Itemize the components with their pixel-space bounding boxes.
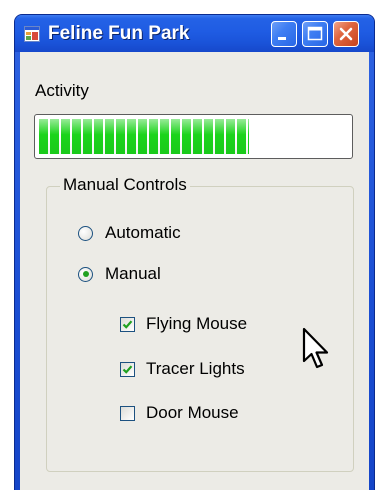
tracer-lights-label: Tracer Lights <box>146 359 245 378</box>
door-mouse-checkbox[interactable]: Door Mouse <box>120 403 239 423</box>
checkbox-icon[interactable] <box>120 361 135 377</box>
maximize-icon <box>307 26 323 41</box>
maximize-button[interactable] <box>302 21 328 47</box>
check-mark-icon <box>122 319 133 329</box>
check-mark-icon <box>122 364 133 374</box>
door-mouse-label: Door Mouse <box>146 403 239 422</box>
window-title: Feline Fun Park <box>48 23 190 44</box>
checkbox-icon[interactable] <box>120 405 135 421</box>
flying-mouse-checkbox[interactable]: Flying Mouse <box>120 314 247 334</box>
manual-radio[interactable]: Manual <box>78 264 161 284</box>
manual-controls-legend: Manual Controls <box>60 175 190 195</box>
application-icon <box>24 26 40 42</box>
radio-button-icon[interactable] <box>78 225 93 241</box>
close-icon <box>339 27 353 41</box>
tracer-lights-checkbox[interactable]: Tracer Lights <box>120 359 245 379</box>
progress-fill <box>39 119 249 154</box>
activity-label: Activity <box>35 81 89 100</box>
minimize-button[interactable] <box>271 21 297 47</box>
flying-mouse-label: Flying Mouse <box>146 314 248 333</box>
minimize-icon <box>278 37 286 40</box>
checkbox-icon[interactable] <box>120 316 135 332</box>
manual-label: Manual <box>105 264 161 283</box>
title-bar[interactable]: Feline Fun Park <box>15 15 374 52</box>
radio-button-icon[interactable] <box>78 266 93 282</box>
automatic-radio[interactable]: Automatic <box>78 223 181 243</box>
automatic-label: Automatic <box>105 223 181 242</box>
close-button[interactable] <box>333 21 359 47</box>
activity-progress-bar <box>34 114 353 159</box>
